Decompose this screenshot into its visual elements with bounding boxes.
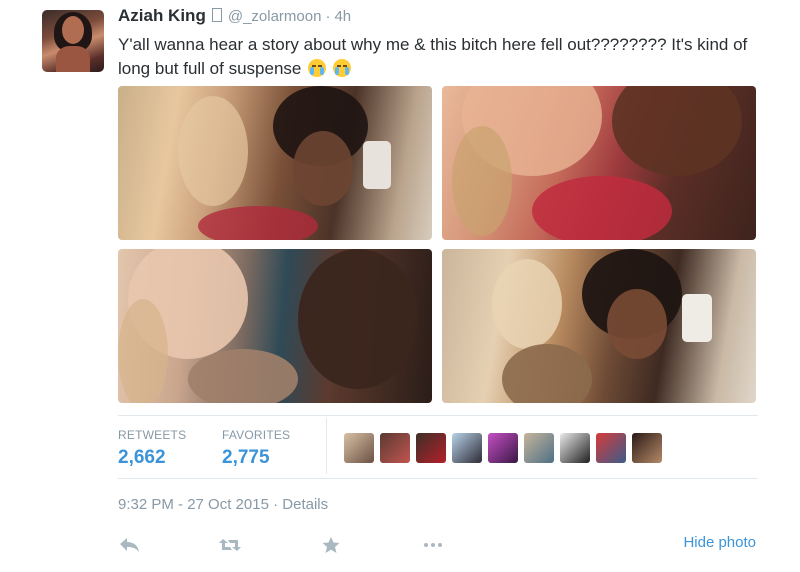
author-avatar[interactable] [42,10,104,72]
retweets-count[interactable]: 2,662 [118,447,166,469]
loudly-crying-face-icon [332,59,351,77]
tweet-photo-3[interactable] [118,249,432,403]
timestamp-separator: · [273,496,279,513]
verified-badge-icon [211,8,222,22]
photo-2-face-right [612,86,742,176]
photo-3-hair-curls [118,299,168,403]
photo-4-leopard-top [502,344,592,403]
stats-top-divider [118,415,758,416]
tweet-header: Aziah King @_zolarmoon · 4h [118,6,351,26]
stats-bottom-divider [118,478,758,479]
tweet-timestamp: 9:32 PM - 27 Oct 2015 · Details [118,496,328,513]
favorite-star-icon[interactable] [319,536,343,554]
favoriter-avatar[interactable] [560,433,590,463]
photo-2-hair-curls [452,126,512,236]
tweet-text: Y'all wanna hear a story about why me & … [118,33,748,80]
favoriter-avatar[interactable] [380,433,410,463]
header-separator: · [325,8,331,25]
details-link[interactable]: Details [282,496,328,513]
author-name[interactable]: Aziah King [118,6,206,26]
reply-icon[interactable] [118,536,142,554]
favorites-label: FAVORITES [222,428,291,442]
tweet-time-ago[interactable]: 4h [334,8,351,25]
photo-2-top-red [532,176,672,240]
more-icon[interactable] [421,536,445,554]
retweet-icon[interactable] [218,536,242,554]
favoriter-avatar[interactable] [488,433,518,463]
photo-3-leopard-top [188,349,298,403]
stats-vertical-divider [326,418,327,474]
photo-1-phone [363,141,391,189]
favoriter-avatar[interactable] [632,433,662,463]
photo-4-face-left [492,259,562,349]
photo-4-phone [682,294,712,342]
photo-4-face-right [607,289,667,359]
avatar-body [56,46,90,72]
face-with-tears-of-joy-icon [308,59,327,77]
tweet-actions: Hide photo [118,530,758,558]
tweet-photo-2[interactable] [442,86,756,240]
favoriter-avatar[interactable] [452,433,482,463]
favoriter-avatar[interactable] [416,433,446,463]
photo-3-face-right [298,249,418,389]
favorites-count[interactable]: 2,775 [222,447,270,469]
tweet-text-body: Y'all wanna hear a story about why me & … [118,35,748,78]
photo-1-figure-left [178,96,248,206]
retweets-label: RETWEETS [118,428,187,442]
tweet-photo-1[interactable] [118,86,432,240]
author-handle[interactable]: @_zolarmoon [228,8,322,25]
timestamp-time: 9:32 PM - 27 Oct 2015 [118,496,269,513]
avatar-face [62,16,84,44]
favoriter-avatar[interactable] [524,433,554,463]
hide-photo-link[interactable]: Hide photo [683,534,756,551]
tweet-photo-4[interactable] [442,249,756,403]
favoriter-avatar[interactable] [344,433,374,463]
favoriter-avatar[interactable] [596,433,626,463]
photo-1-top-red [198,206,318,240]
photo-1-face-right [293,131,353,206]
